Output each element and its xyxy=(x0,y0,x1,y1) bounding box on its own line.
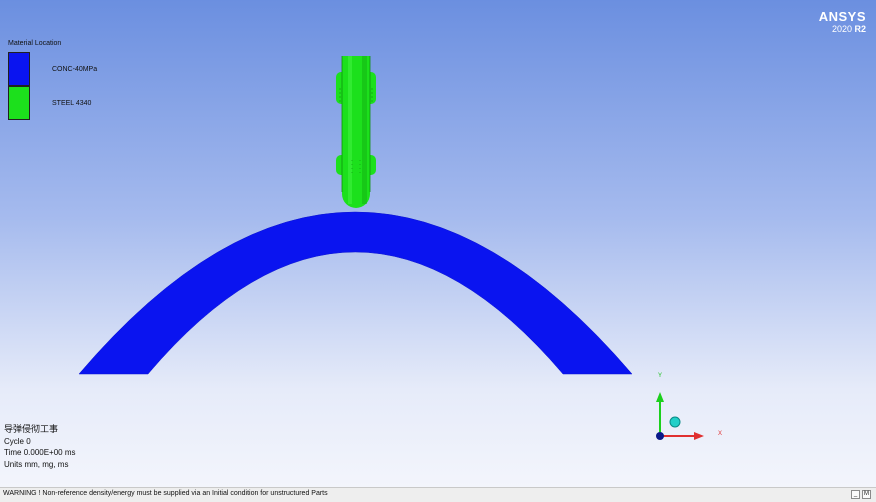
material-legend: Material Location CONC-40MPa STEEL 4340 xyxy=(8,40,97,120)
minimize-button[interactable]: _ xyxy=(851,490,860,499)
model-scene xyxy=(78,56,633,375)
legend-swatch-steel xyxy=(8,86,30,120)
y-axis-label: Y xyxy=(658,373,662,379)
y-axis-arrow-icon xyxy=(656,392,664,402)
ansys-logo: ANSYS 2020 R2 xyxy=(819,10,866,35)
maximize-button[interactable]: M xyxy=(862,490,871,499)
origin-icon xyxy=(656,432,664,440)
x-axis-label: X xyxy=(718,431,722,437)
concrete-arch[interactable] xyxy=(78,211,633,375)
legend-swatch-concrete xyxy=(8,52,30,86)
cycle-readout: Cycle 0 xyxy=(4,436,31,446)
simulation-info: 导弹侵彻工事 Cycle 0 Time 0.000E+00 ms Units m… xyxy=(4,424,76,470)
time-readout: Time 0.000E+00 ms xyxy=(4,448,76,457)
units-readout: Units mm, mg, ms xyxy=(4,459,69,469)
legend-title: Material Location xyxy=(8,40,62,47)
legend-item-steel: STEEL 4340 xyxy=(8,86,91,120)
axis-triad[interactable]: Y X xyxy=(648,366,728,446)
x-axis-arrow-icon xyxy=(694,432,704,440)
logo-year: 2020 xyxy=(831,24,852,34)
model-viewport[interactable]: Material Location CONC-40MPa STEEL 4340 … xyxy=(0,0,876,487)
logo-version: 2020 R2 xyxy=(819,24,866,35)
status-warning-message: WARNING ! Non-reference density/energy m… xyxy=(3,490,328,497)
legend-label-concrete: CONC-40MPa xyxy=(52,66,98,73)
legend-item-concrete: CONC-40MPa xyxy=(8,52,97,86)
z-axis-icon xyxy=(669,416,681,428)
logo-release: R2 xyxy=(854,24,866,34)
legend-label-steel: STEEL 4340 xyxy=(52,100,92,107)
steel-projectile[interactable] xyxy=(336,56,376,208)
status-bar: WARNING ! Non-reference density/energy m… xyxy=(0,487,876,502)
logo-brand: ANSYS xyxy=(818,9,866,24)
simulation-title: 导弹侵彻工事 xyxy=(4,424,59,434)
